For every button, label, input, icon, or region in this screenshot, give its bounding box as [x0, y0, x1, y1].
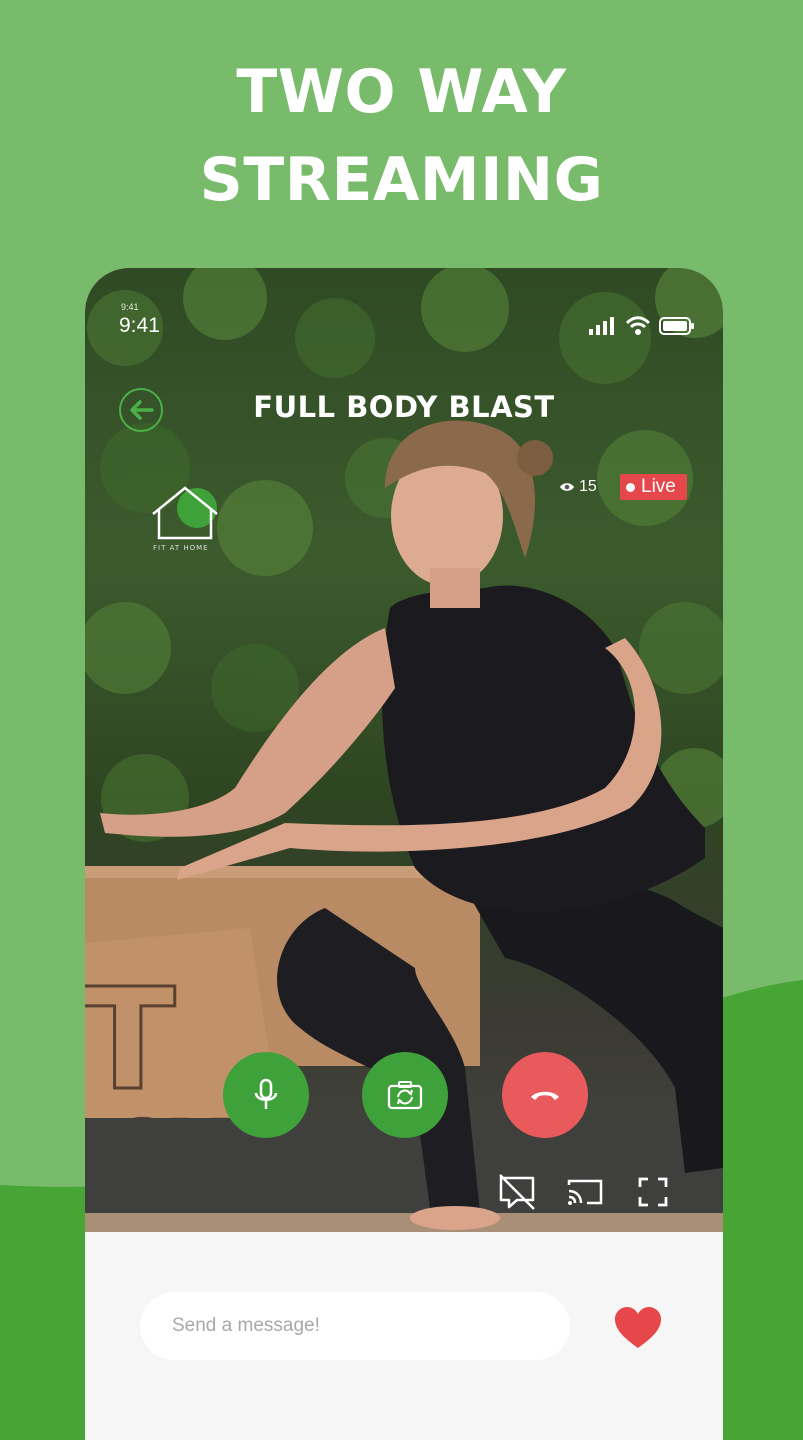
eye-icon	[560, 483, 574, 491]
viewer-count: 15	[559, 478, 597, 496]
box-text-top: T	[85, 959, 176, 1122]
fullscreen-button[interactable]	[633, 1172, 673, 1212]
cast-button[interactable]	[565, 1172, 605, 1212]
status-time-small: 9:41	[121, 302, 139, 312]
end-call-icon	[531, 1091, 559, 1100]
headline-line-1: TWO WAY	[236, 57, 567, 127]
message-input[interactable]	[140, 1292, 570, 1360]
phone-frame: T BOX 9:41 9:41	[85, 268, 723, 1440]
chat-off-icon	[499, 1174, 535, 1210]
brand-logo: FIT AT HOME	[147, 482, 227, 552]
signal-icon	[589, 317, 614, 335]
end-call-button[interactable]	[502, 1052, 588, 1138]
video-toolbar	[497, 1172, 673, 1212]
microphone-button[interactable]	[223, 1052, 309, 1138]
switch-camera-button[interactable]	[362, 1052, 448, 1138]
stream-title: FULL BODY BLAST	[253, 390, 555, 424]
heart-icon	[615, 1307, 661, 1348]
fullscreen-icon	[638, 1177, 668, 1207]
logo-text: FIT AT HOME	[153, 544, 209, 552]
headline: TWO WAY STREAMING	[0, 48, 803, 224]
chat-toggle-button[interactable]	[497, 1172, 537, 1212]
camera-switch-icon	[387, 1081, 423, 1110]
cast-icon	[567, 1179, 603, 1205]
headline-line-2: STREAMING	[199, 145, 604, 215]
battery-icon	[659, 317, 694, 335]
live-dot-icon	[626, 482, 635, 492]
video-stream[interactable]: T BOX 9:41 9:41	[85, 268, 723, 1232]
live-badge: Live	[620, 474, 687, 500]
home-logo-icon: FIT AT HOME	[152, 486, 218, 552]
live-label: Live	[641, 476, 676, 497]
status-icons	[589, 316, 695, 336]
microphone-icon	[254, 1078, 278, 1109]
like-button[interactable]	[613, 1306, 663, 1350]
wifi-icon	[625, 316, 651, 335]
viewer-count-value: 15	[579, 478, 597, 495]
status-time: 9:41	[119, 314, 160, 337]
chat-bar	[85, 1232, 723, 1440]
